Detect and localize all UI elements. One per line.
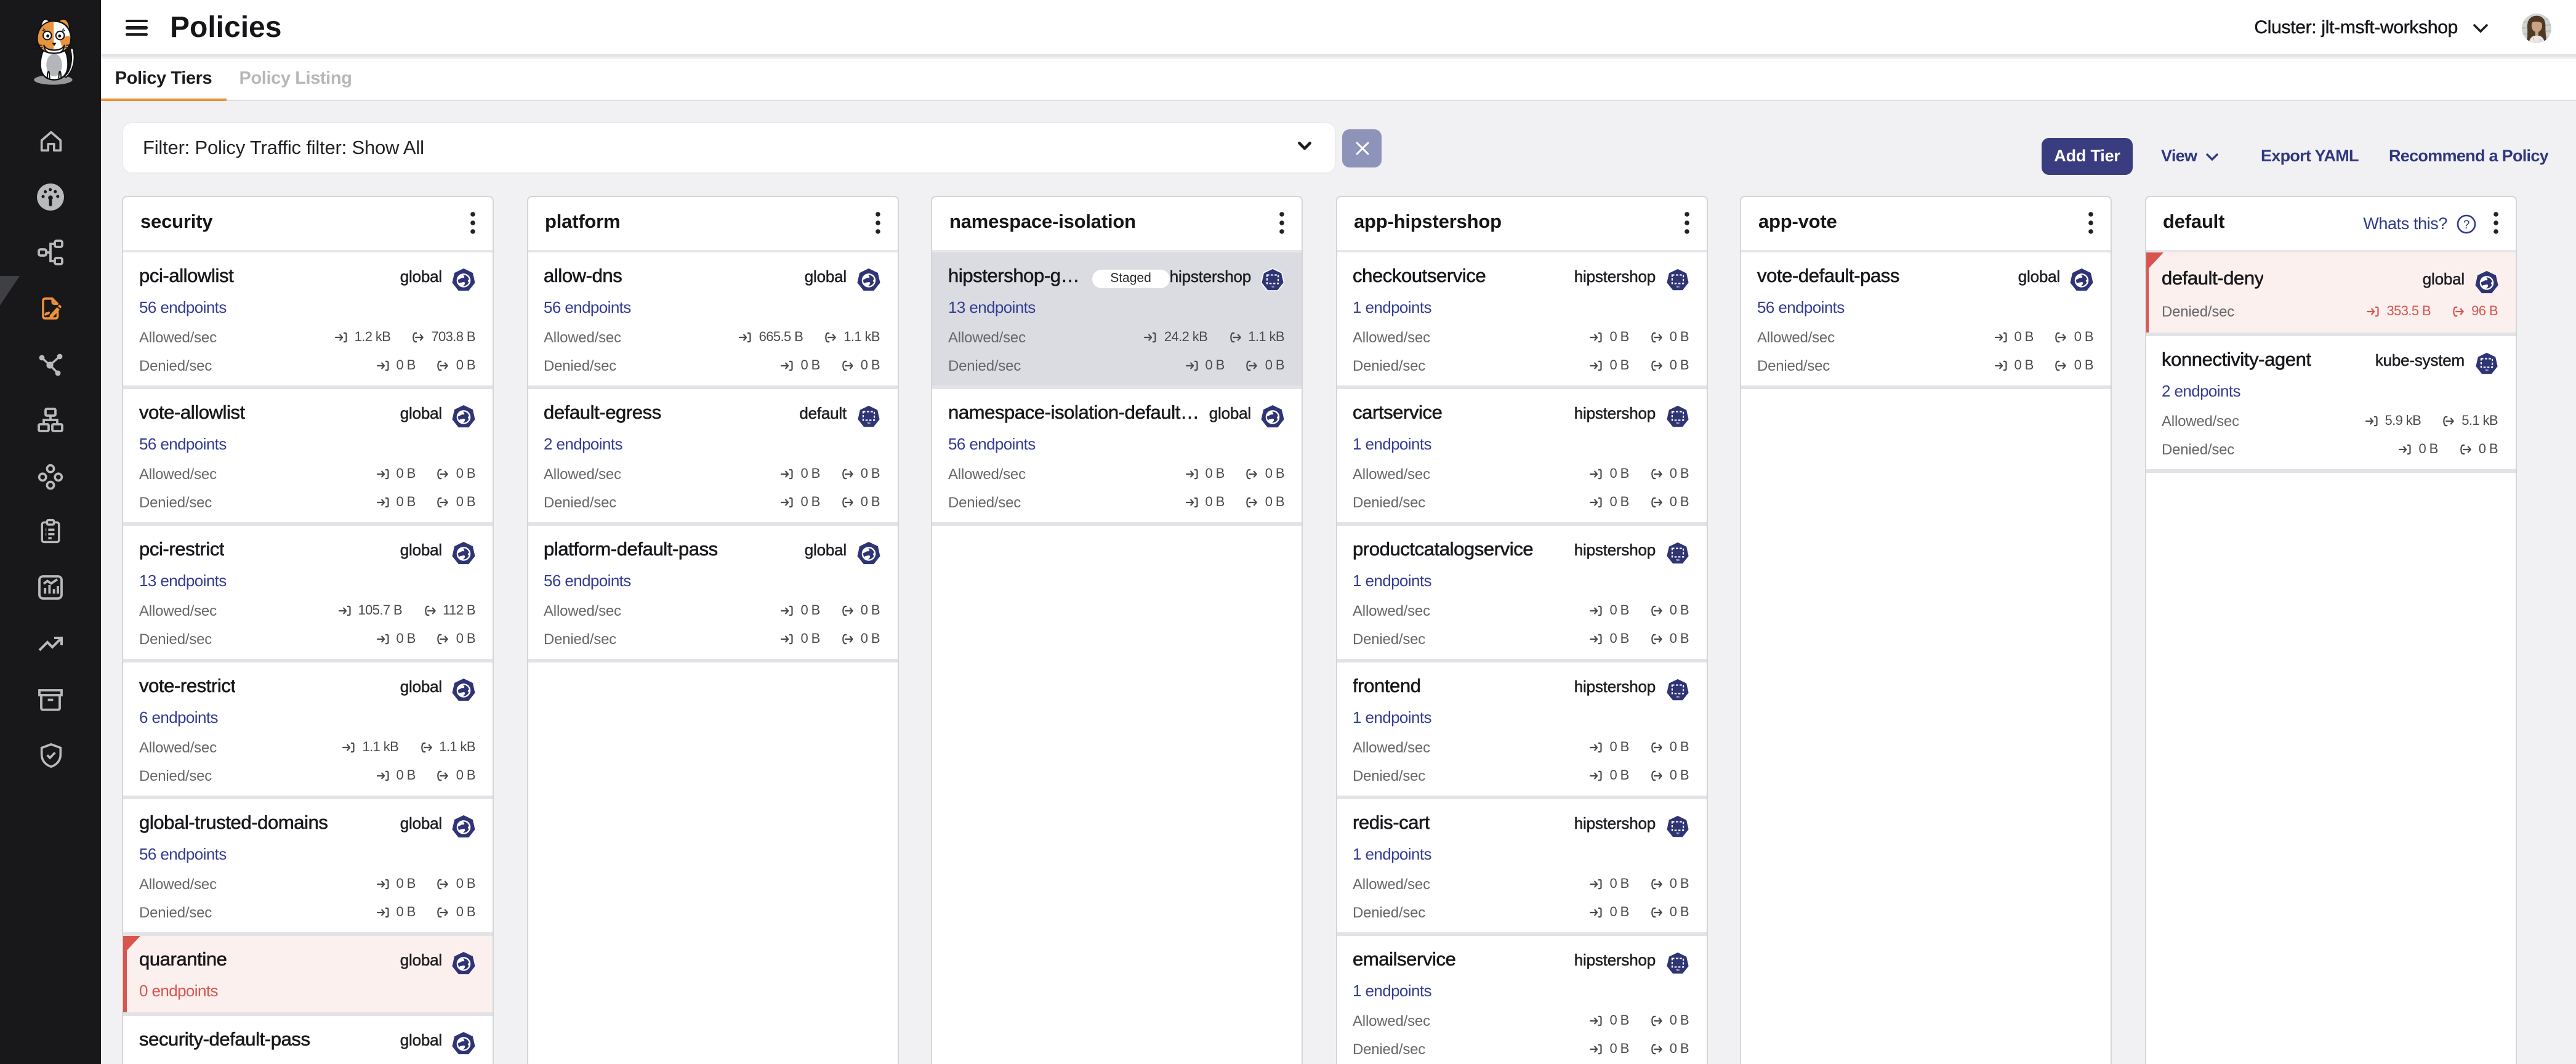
svg-text:ns: ns <box>1271 284 1274 288</box>
svg-text:?: ? <box>2463 219 2469 232</box>
svg-text:ns: ns <box>866 421 870 425</box>
svg-text:ns: ns <box>1675 695 1679 698</box>
svg-text:ns: ns <box>1675 558 1679 562</box>
svg-text:ns: ns <box>1675 831 1679 835</box>
svg-text:ns: ns <box>1675 968 1679 972</box>
svg-text:ns: ns <box>1675 421 1679 425</box>
svg-text:ns: ns <box>1675 284 1679 288</box>
svg-text:ns: ns <box>2484 368 2488 372</box>
